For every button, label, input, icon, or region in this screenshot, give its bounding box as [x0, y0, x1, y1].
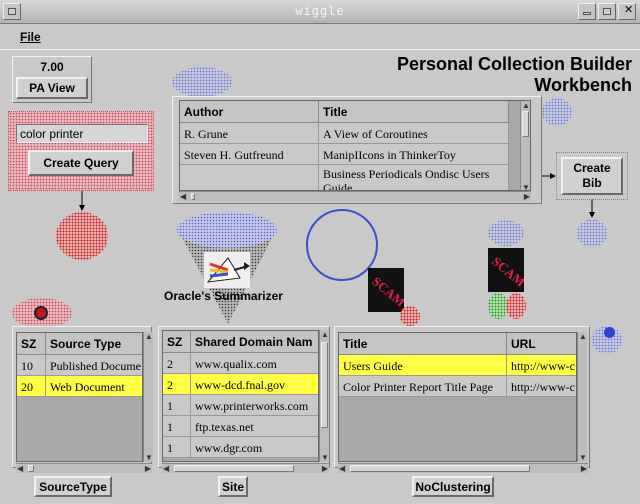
doc-horizontal-scrollbar[interactable]: ◀ ▶ — [338, 463, 588, 473]
scam-green-blob — [488, 293, 508, 319]
doc-title-cell: Color Printer Report Title Page — [339, 376, 507, 396]
no-clustering-button[interactable]: NoClustering — [412, 476, 494, 497]
domain-name-cell: www.printerworks.com — [191, 395, 318, 415]
domain-name-cell: ftp.texas.net — [191, 416, 318, 436]
bib-author-cell: Steven H. Gutfreund — [180, 144, 319, 164]
table-row[interactable]: Steven H. Gutfreund ManipIIcons in Think… — [180, 144, 509, 165]
table-row[interactable]: 10 Published Docume — [17, 355, 142, 376]
scroll-down-icon[interactable]: ▼ — [579, 453, 587, 462]
scam-text: SCAM — [369, 274, 404, 310]
scroll-up-icon[interactable]: ▲ — [321, 330, 329, 339]
domain-name-cell: www-dcd.fnal.gov — [191, 374, 318, 394]
table-row-selected[interactable]: 2 www-dcd.fnal.gov — [163, 374, 318, 395]
domain-vertical-scrollbar[interactable]: ▲ ▼ — [319, 330, 329, 462]
bib-header-author[interactable]: Author — [180, 101, 319, 123]
table-row-selected[interactable]: Users Guide http://www-c — [339, 355, 576, 376]
domain-name-cell: www.dgr.com — [191, 437, 318, 457]
scroll-up-icon[interactable]: ▲ — [579, 332, 587, 341]
source-type-cell: Web Document — [46, 376, 142, 396]
scroll-thumb[interactable] — [28, 465, 34, 472]
table-row[interactable]: 1 www.dgr.com — [163, 437, 318, 458]
domain-sz-cell: 1 — [163, 437, 191, 457]
bib-table[interactable]: Author Title R. Grune A View of Coroutin… — [179, 100, 531, 191]
doc-vertical-scrollbar[interactable]: ▲ ▼ — [577, 332, 587, 462]
bib-title-cell: A View of Coroutines — [319, 123, 509, 143]
table-row[interactable]: 2 www.qualix.com — [163, 353, 318, 374]
domain-sz-cell: 1 — [163, 395, 191, 415]
bib-author-cell: R. Grune — [180, 123, 319, 143]
bib-title-cell: ManipIIcons in ThinkerToy — [319, 144, 509, 164]
scam-glyph: SCAM — [489, 254, 528, 290]
domain-horizontal-scrollbar[interactable]: ◀ ▶ — [162, 463, 329, 473]
table-row[interactable]: 1 ftp.texas.net — [163, 416, 318, 437]
scroll-thumb[interactable] — [522, 111, 529, 137]
doc-header-title[interactable]: Title — [339, 333, 507, 355]
doc-url-cell: http://www-c — [507, 376, 576, 396]
source-header-type[interactable]: Source Type — [46, 333, 142, 355]
scroll-thumb[interactable] — [174, 465, 294, 472]
bib-vertical-scrollbar[interactable]: ▲ ▼ — [520, 101, 530, 190]
domain-table[interactable]: SZ Shared Domain Nam 2 www.qualix.com 2 … — [162, 330, 319, 462]
domain-name-cell: www.qualix.com — [191, 353, 318, 373]
scam-glyph: SCAM — [369, 274, 408, 310]
table-row[interactable]: Business Periodicals Ondisc Users Guide — [180, 165, 509, 190]
table-row[interactable]: Color Printer Report Title Page http://w… — [339, 376, 576, 397]
scroll-down-icon[interactable]: ▼ — [321, 453, 329, 462]
source-vertical-scrollbar[interactable]: ▲ ▼ — [143, 332, 153, 462]
bib-header-title[interactable]: Title — [319, 101, 509, 123]
scroll-up-icon[interactable]: ▲ — [522, 101, 530, 110]
source-header-sz[interactable]: SZ — [17, 333, 46, 355]
domain-header-name[interactable]: Shared Domain Nam — [191, 331, 318, 353]
create-bib-label: Create Bib — [573, 161, 611, 190]
scroll-down-icon[interactable]: ▼ — [522, 183, 530, 190]
create-bib-button[interactable]: Create Bib — [561, 157, 623, 195]
document-table[interactable]: Title URL Users Guide http://www-c Color… — [338, 332, 577, 462]
scroll-thumb[interactable] — [350, 465, 530, 472]
source-table[interactable]: SZ Source Type 10 Published Docume 20 We… — [16, 332, 143, 462]
scroll-right-icon[interactable]: ▶ — [524, 192, 530, 201]
table-row[interactable]: 1 www.printerworks.com — [163, 395, 318, 416]
scam-red-blob — [506, 293, 526, 319]
scroll-right-icon[interactable]: ▶ — [145, 464, 151, 473]
summarizer-label: Oracle's Summarizer — [164, 289, 283, 303]
bib-horizontal-scrollbar[interactable]: ◀ ▶ — [179, 191, 531, 201]
source-type-cell: Published Docume — [46, 355, 142, 375]
source-type-button[interactable]: SourceType — [34, 476, 112, 497]
scroll-right-icon[interactable]: ▶ — [581, 464, 587, 473]
doc-node[interactable] — [604, 327, 615, 338]
domain-header-sz[interactable]: SZ — [163, 331, 191, 353]
doc-header-url[interactable]: URL — [507, 333, 576, 355]
source-sz-cell: 10 — [17, 355, 46, 375]
scroll-left-icon[interactable]: ◀ — [339, 464, 345, 473]
source-horizontal-scrollbar[interactable]: ◀ ▶ — [16, 463, 152, 473]
doc-url-cell: http://www-c — [507, 355, 576, 375]
site-button[interactable]: Site — [218, 476, 248, 497]
domain-sz-cell: 2 — [163, 374, 191, 394]
scroll-up-icon[interactable]: ▲ — [145, 332, 153, 341]
table-row[interactable]: R. Grune A View of Coroutines — [180, 123, 509, 144]
domain-sz-cell: 1 — [163, 416, 191, 436]
doc-title-cell: Users Guide — [339, 355, 507, 375]
scroll-left-icon[interactable]: ◀ — [180, 192, 186, 201]
scroll-left-icon[interactable]: ◀ — [17, 464, 23, 473]
scroll-down-icon[interactable]: ▼ — [145, 453, 153, 462]
scam-text: SCAM — [489, 254, 524, 290]
scam-blob — [400, 306, 420, 326]
bib-title-cell: Business Periodicals Ondisc Users Guide — [319, 165, 509, 190]
scroll-right-icon[interactable]: ▶ — [322, 464, 328, 473]
scam-icon[interactable]: SCAM — [488, 248, 528, 292]
summarizer-icon — [204, 252, 250, 288]
source-node[interactable] — [34, 306, 48, 320]
table-row-selected[interactable]: 20 Web Document — [17, 376, 142, 397]
domain-sz-cell: 2 — [163, 353, 191, 373]
query-result-blob — [56, 212, 108, 260]
scroll-left-icon[interactable]: ◀ — [163, 464, 169, 473]
scam-icon[interactable]: SCAM — [368, 268, 408, 312]
scroll-thumb[interactable] — [191, 193, 195, 200]
bib-author-cell — [180, 165, 319, 190]
scroll-thumb[interactable] — [321, 342, 328, 428]
source-sz-cell: 20 — [17, 376, 46, 396]
